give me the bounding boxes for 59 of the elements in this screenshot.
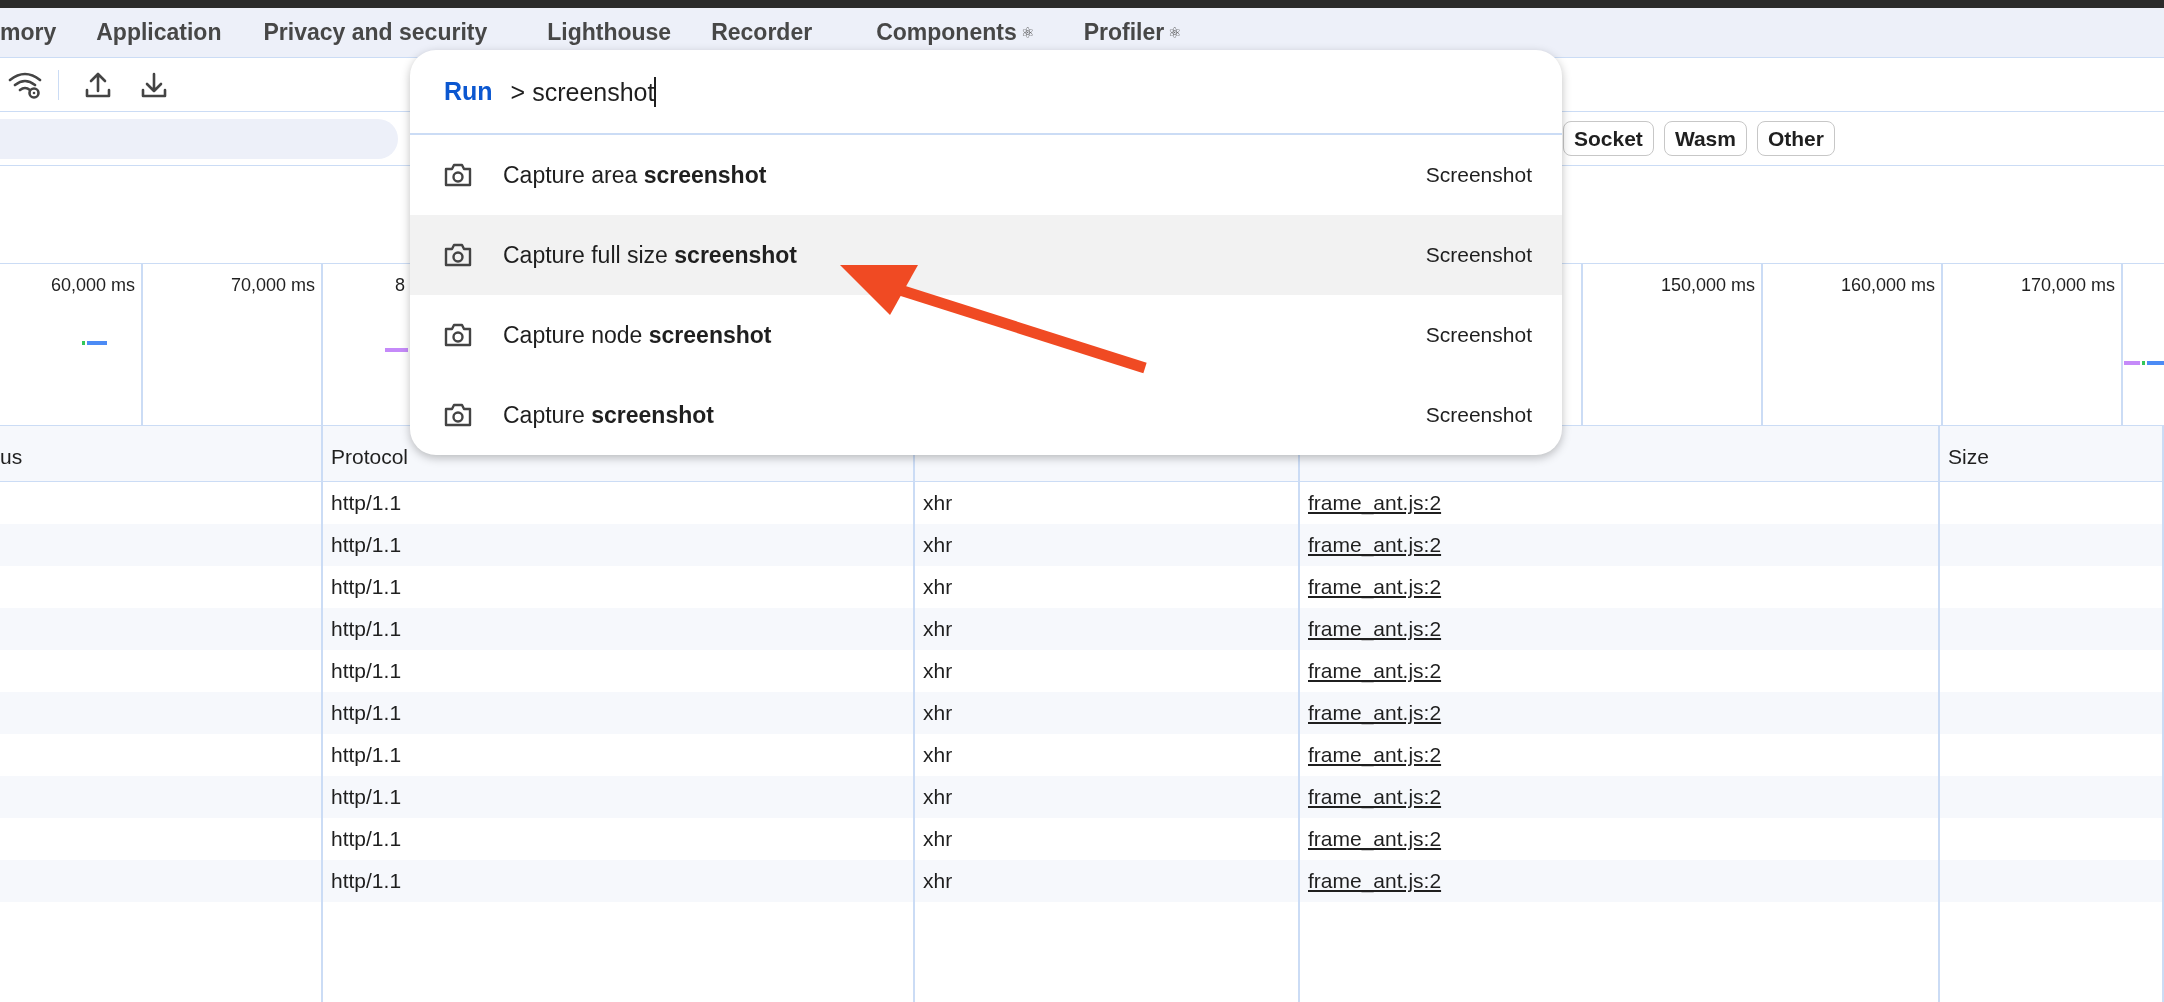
initiator-link[interactable]: frame_ant.js:2 (1308, 659, 1442, 683)
command-item[interactable]: Capture full size screenshot Screenshot (410, 215, 1562, 295)
table-cell: http/1.1 (323, 860, 915, 902)
command-category: Screenshot (1425, 323, 1532, 347)
initiator-link[interactable]: frame_ant.js:2 (1308, 575, 1442, 599)
time-tick-label: 8 (395, 275, 405, 296)
time-tick-label: 60,000 ms (50, 275, 135, 296)
time-tick-label: 70,000 ms (230, 275, 315, 296)
table-cell: xhr (915, 860, 1300, 902)
type-filter-button[interactable]: Other (1756, 121, 1835, 156)
waterfall-bar (385, 348, 410, 352)
camera-icon (443, 322, 473, 348)
table-cell: http/1.1 (323, 692, 915, 734)
initiator-link[interactable]: frame_ant.js:2 (1308, 491, 1442, 515)
camera-icon (443, 242, 473, 268)
type-filter-button[interactable]: Socket (1563, 121, 1654, 156)
column-header[interactable]: us (0, 426, 323, 481)
initiator-link[interactable]: frame_ant.js:2 (1308, 827, 1442, 851)
waterfall-bar (82, 341, 109, 345)
table-cell: xhr (915, 692, 1300, 734)
time-tick-label: 170,000 ms (2020, 275, 2115, 296)
command-label: Capture area screenshot (503, 161, 768, 189)
command-item[interactable]: Capture node screenshot Screenshot (410, 295, 1562, 375)
initiator-link[interactable]: frame_ant.js:2 (1308, 785, 1442, 809)
command-category: Screenshot (1425, 163, 1532, 187)
table-cell: http/1.1 (323, 776, 915, 818)
initiator-link[interactable]: frame_ant.js:2 (1308, 869, 1442, 893)
table-cell: xhr (915, 524, 1300, 566)
type-filter-button[interactable]: Wasm (1663, 121, 1747, 156)
time-tick-label: 160,000 ms (1840, 275, 1935, 296)
initiator-link[interactable]: frame_ant.js:2 (1308, 743, 1442, 767)
column-header[interactable]: Size (1940, 426, 2164, 481)
panel-tab[interactable]: mory (0, 19, 57, 46)
panel-tab[interactable]: Application (96, 19, 222, 46)
panel-tab[interactable]: Profiler ⚛ (1083, 19, 1182, 46)
camera-icon (443, 402, 473, 428)
command-category: Screenshot (1425, 243, 1532, 267)
run-label: Run (444, 77, 493, 106)
command-label: Capture full size screenshot (503, 241, 799, 269)
initiator-link[interactable]: frame_ant.js:2 (1308, 533, 1442, 557)
command-item[interactable]: Capture area screenshot Screenshot (410, 135, 1562, 215)
panel-tab[interactable]: Recorder (711, 19, 813, 46)
initiator-link[interactable]: frame_ant.js:2 (1308, 701, 1442, 725)
table-cell: xhr (915, 608, 1300, 650)
command-category: Screenshot (1425, 403, 1532, 427)
camera-icon (443, 162, 473, 188)
panel-tab[interactable]: Privacy and security (263, 19, 488, 46)
command-input[interactable]: > screenshot (510, 76, 657, 107)
initiator-link[interactable]: frame_ant.js:2 (1308, 617, 1442, 641)
panel-tab[interactable]: Components ⚛ (876, 19, 1034, 46)
panel-tab[interactable]: Lighthouse (547, 19, 672, 46)
command-label: Capture node screenshot (503, 321, 773, 349)
table-cell: xhr (915, 776, 1300, 818)
waterfall-bar (2124, 361, 2164, 365)
time-tick-label: 150,000 ms (1660, 275, 1755, 296)
command-label: Capture screenshot (503, 401, 715, 429)
command-item[interactable]: Capture screenshot Screenshot (410, 375, 1562, 455)
table-cell: http/1.1 (323, 608, 915, 650)
table-cell: http/1.1 (323, 524, 915, 566)
